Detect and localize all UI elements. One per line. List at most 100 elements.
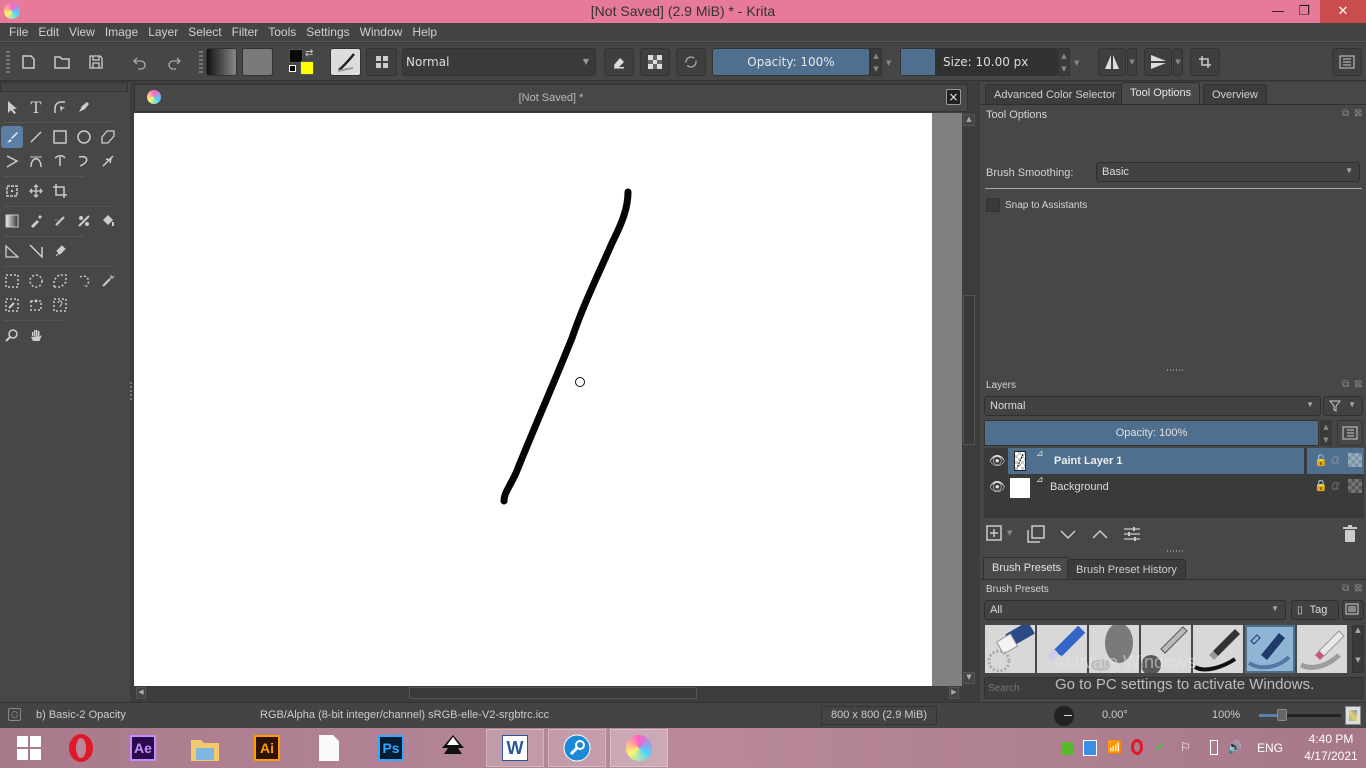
inherit-alpha-icon[interactable] [1348, 453, 1362, 467]
menu-view[interactable]: View [64, 23, 100, 39]
brush-presets-view-button[interactable] [1342, 600, 1364, 620]
pattern-selector-button[interactable] [242, 48, 273, 76]
action-center-flag-icon[interactable]: ⚐ [1180, 740, 1191, 754]
workspace-chooser-button[interactable] [366, 48, 397, 76]
alpha-lock-icon[interactable]: α [1331, 478, 1340, 494]
eraser-mode-button[interactable] [604, 48, 634, 76]
move-tool-icon[interactable] [25, 180, 47, 202]
freehand-path-tool-icon[interactable] [49, 150, 71, 172]
similar-color-selection-tool-icon[interactable] [1, 294, 23, 316]
scroll-up-arrow[interactable]: ▲ [1353, 626, 1363, 634]
taskbar-word[interactable]: W [486, 729, 544, 767]
ellipse-tool-icon[interactable] [73, 126, 95, 148]
toolbar-grip[interactable] [6, 51, 10, 73]
color-picker-tool-icon[interactable] [25, 210, 47, 232]
scroll-left-arrow[interactable]: ◀ [136, 687, 146, 699]
fill-assistant-tool-icon[interactable] [73, 210, 95, 232]
background-color-swatch[interactable] [300, 61, 314, 75]
preserve-alpha-button[interactable] [640, 48, 670, 76]
layer-row-paint-layer-1[interactable]: 👁 ⊿ Paint Layer 1 🔓 α [984, 448, 1364, 474]
bezier-selection-tool-icon[interactable] [25, 294, 47, 316]
measure-tool-icon[interactable] [25, 240, 47, 262]
inherit-alpha-icon[interactable] [1348, 479, 1362, 493]
taskbar-illustrator[interactable]: Ai [238, 729, 296, 767]
layer-display-options-button[interactable] [1337, 420, 1363, 446]
rotation-value[interactable]: 0.00° [1102, 709, 1128, 721]
battery-icon[interactable] [1210, 740, 1218, 755]
freehand-selection-tool-icon[interactable] [73, 270, 95, 292]
zoom-slider-track[interactable] [1259, 714, 1341, 717]
taskbar-after-effects[interactable]: Ae [114, 729, 172, 767]
menu-image[interactable]: Image [100, 23, 143, 39]
toolbar-menu-button[interactable] [1332, 48, 1362, 76]
opacity-dropdown-icon[interactable]: ▼ [886, 59, 891, 67]
scroll-right-arrow[interactable]: ▶ [949, 687, 959, 699]
new-document-icon[interactable] [16, 50, 40, 74]
float-docker-icon[interactable]: ⧉ [1342, 108, 1349, 119]
security-tray-icon[interactable] [1061, 742, 1074, 755]
tab-tool-options[interactable]: Tool Options [1121, 82, 1201, 104]
gradient-tool-icon[interactable] [1, 210, 23, 232]
elliptical-selection-tool-icon[interactable] [25, 270, 47, 292]
polygonal-selection-tool-icon[interactable] [49, 270, 71, 292]
zoom-value[interactable]: 100% [1212, 709, 1240, 721]
smart-patch-tool-icon[interactable] [49, 210, 71, 232]
taskbar-krita[interactable] [610, 729, 668, 767]
canvas-preview-thumbnail[interactable] [1345, 706, 1361, 725]
toolbox-resize-handle[interactable] [130, 382, 132, 402]
layer-filter-button[interactable]: ▼ [1323, 396, 1363, 416]
undo-icon[interactable] [128, 50, 152, 74]
layer-name[interactable]: Background [1050, 481, 1109, 493]
opacity-slider[interactable]: Opacity: 100% [712, 48, 870, 76]
tab-brush-preset-history[interactable]: Brush Preset History [1067, 559, 1186, 579]
float-layers-icon[interactable]: ⧉ [1342, 379, 1349, 390]
menu-settings[interactable]: Settings [301, 23, 354, 39]
brush-preset-pencil[interactable] [1297, 625, 1347, 673]
scroll-up-arrow[interactable]: ▲ [963, 114, 975, 126]
magnetic-selection-tool-icon[interactable] [49, 294, 71, 316]
crop-tool-icon[interactable] [49, 180, 71, 202]
scroll-down-arrow[interactable]: ▼ [963, 672, 975, 684]
clock-time[interactable]: 4:40 PM [1303, 732, 1359, 746]
brush-preset-eraser[interactable] [985, 625, 1035, 673]
text-tool-icon[interactable]: T [25, 96, 47, 118]
move-layer-down-button[interactable] [1059, 525, 1077, 546]
pan-tool-icon[interactable] [25, 324, 47, 346]
taskbar-photoshop[interactable]: Ps [362, 729, 420, 767]
color-swatches[interactable]: ⇄ [288, 47, 318, 77]
mirror-vertical-dropdown[interactable]: ▼ [1173, 48, 1183, 76]
zoom-slider-handle[interactable] [1277, 709, 1287, 721]
delete-layer-button[interactable] [1342, 525, 1358, 546]
float-brush-presets-icon[interactable]: ⧉ [1342, 583, 1349, 594]
save-icon[interactable] [84, 50, 108, 74]
mirror-horizontal-dropdown[interactable]: ▼ [1127, 48, 1137, 76]
brush-smoothing-select[interactable]: Basic ▼ [1096, 162, 1360, 182]
mirror-vertical-button[interactable] [1144, 48, 1172, 76]
clock-date[interactable]: 4/17/2021 [1298, 749, 1364, 763]
rotation-dial[interactable] [1054, 706, 1074, 726]
blend-mode-select[interactable]: Normal ▼ [402, 48, 596, 76]
redo-icon[interactable] [162, 50, 186, 74]
scroll-down-arrow[interactable]: ▼ [1353, 656, 1363, 664]
wrap-around-button[interactable] [1190, 48, 1220, 76]
menu-help[interactable]: Help [407, 23, 442, 39]
visibility-eye-icon[interactable]: 👁 [989, 480, 1006, 495]
docker-splitter-handle[interactable] [1167, 550, 1183, 552]
taskbar-opera[interactable] [52, 729, 110, 767]
freehand-brush-tool-icon[interactable] [1, 126, 23, 148]
size-spinner[interactable]: ▲ ▼ [1058, 48, 1070, 76]
menu-edit[interactable]: Edit [33, 23, 64, 39]
assistant-tool-icon[interactable] [1, 240, 23, 262]
edit-shapes-tool-icon[interactable] [49, 96, 71, 118]
menu-tools[interactable]: Tools [263, 23, 301, 39]
layer-opacity-spinner[interactable]: ▲ ▼ [1320, 420, 1332, 446]
brush-preset-button[interactable] [330, 48, 361, 76]
drawing-canvas[interactable] [134, 113, 932, 686]
tag-button[interactable]: ▯ Tag [1291, 600, 1339, 620]
taskbar-file-explorer[interactable] [176, 729, 234, 767]
lock-icon[interactable]: 🔒 [1314, 479, 1328, 492]
brush-preset-basic-2-opacity[interactable] [1245, 625, 1295, 673]
line-tool-icon[interactable] [25, 126, 47, 148]
brush-presets-scrollbar[interactable]: ▲ ▼ [1352, 625, 1364, 673]
vertical-scrollbar[interactable]: ▲ ▼ [962, 113, 976, 686]
